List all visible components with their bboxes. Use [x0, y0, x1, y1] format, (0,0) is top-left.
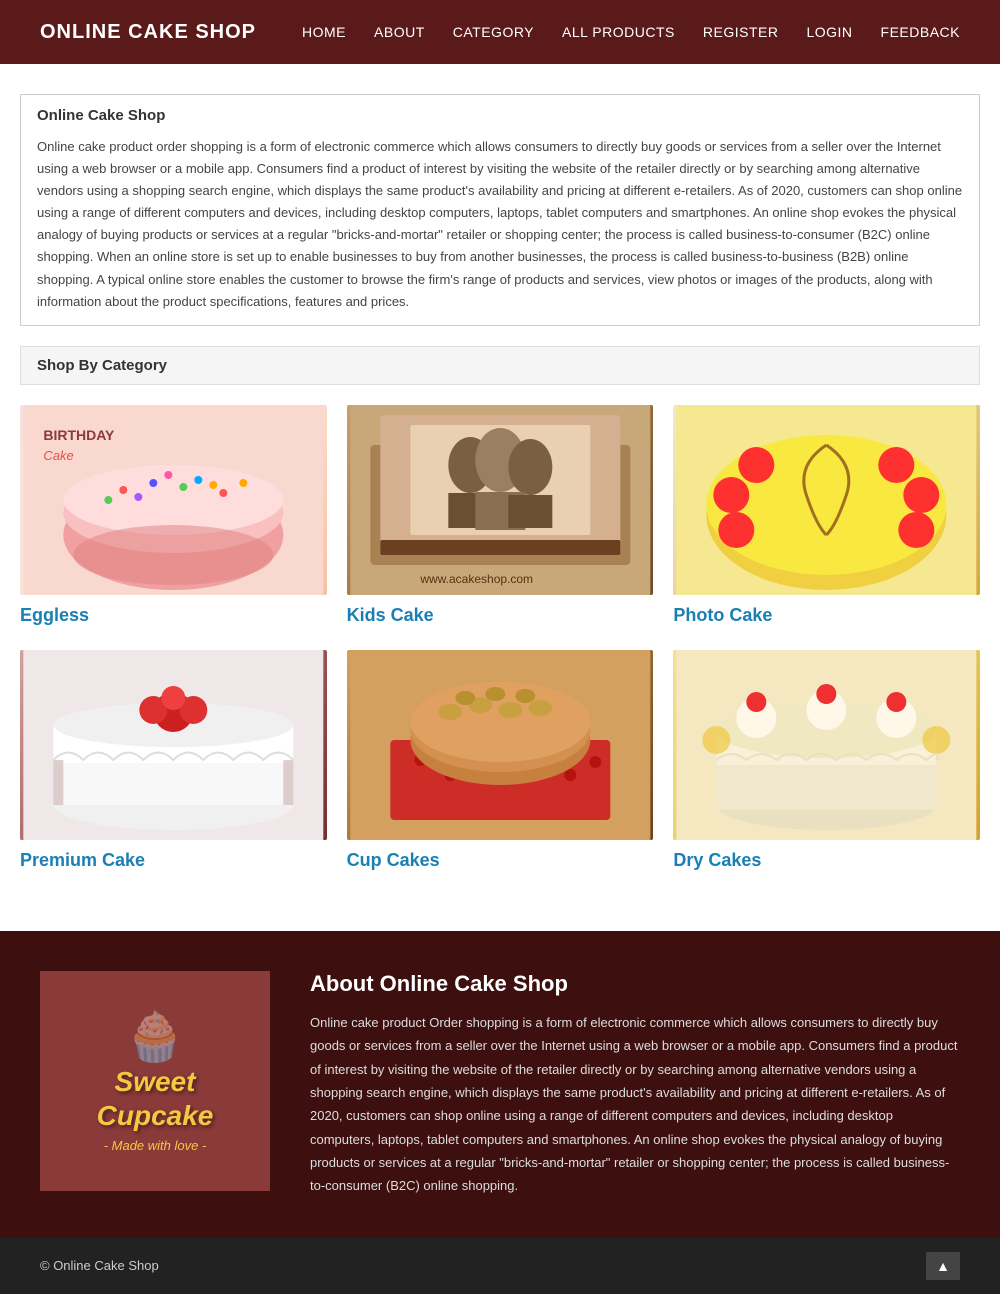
nav-link-all-products[interactable]: ALL PRODUCTS	[562, 24, 675, 40]
about-image-container: 🧁 Sweet Cupcake - Made with love -	[40, 971, 270, 1191]
category-grid: BIRTHDAY Cake Eggless	[20, 405, 980, 871]
category-image-eggless: BIRTHDAY Cake	[20, 405, 327, 595]
category-label-photo: Photo Cake	[673, 605, 980, 626]
category-label-premium: Premium Cake	[20, 850, 327, 871]
category-item-cup[interactable]: Cup Cakes	[347, 650, 654, 871]
main-content: Online Cake Shop Online cake product ord…	[0, 64, 1000, 931]
scroll-up-button[interactable]: ▲	[926, 1252, 960, 1280]
category-image-premium	[20, 650, 327, 840]
nav-link-feedback[interactable]: FEEDBACK	[881, 24, 960, 40]
category-image-kids: www.acakeshop.com	[347, 405, 654, 595]
info-box: Online Cake Shop Online cake product ord…	[20, 94, 980, 326]
navbar-brand[interactable]: ONLINE CAKE SHOP	[40, 21, 256, 44]
category-item-dry[interactable]: Dry Cakes	[673, 650, 980, 871]
category-item-premium[interactable]: Premium Cake	[20, 650, 327, 871]
category-item-kids[interactable]: www.acakeshop.com Kids Cake	[347, 405, 654, 626]
footer: © Online Cake Shop ▲	[0, 1238, 1000, 1294]
sweet-line2: Cupcake	[97, 1100, 214, 1131]
nav-link-home[interactable]: HOME	[302, 24, 346, 40]
info-box-title: Online Cake Shop	[37, 107, 963, 124]
about-image-text: Sweet Cupcake	[97, 1065, 214, 1132]
category-label-kids: Kids Cake	[347, 605, 654, 626]
category-label-cup: Cup Cakes	[347, 850, 654, 871]
svg-text:www.acakeshop.com: www.acakeshop.com	[419, 572, 533, 586]
category-label-dry: Dry Cakes	[673, 850, 980, 871]
category-item-photo[interactable]: Photo Cake	[673, 405, 980, 626]
about-section: 🧁 Sweet Cupcake - Made with love - About…	[0, 931, 1000, 1238]
nav-link-category[interactable]: CATEGORY	[453, 24, 534, 40]
footer-copyright: © Online Cake Shop	[40, 1258, 159, 1273]
made-with-love-text: - Made with love -	[104, 1138, 207, 1153]
nav-link-about[interactable]: ABOUT	[374, 24, 425, 40]
about-description: Online cake product Order shopping is a …	[310, 1011, 960, 1198]
about-image: 🧁 Sweet Cupcake - Made with love -	[40, 971, 270, 1191]
category-image-photo	[673, 405, 980, 595]
shop-section-header: Shop By Category	[20, 346, 980, 385]
nav-link-login[interactable]: LOGIN	[806, 24, 852, 40]
svg-text:BIRTHDAY: BIRTHDAY	[43, 427, 115, 443]
category-item-eggless[interactable]: BIRTHDAY Cake Eggless	[20, 405, 327, 626]
category-image-cup	[347, 650, 654, 840]
nav-link-register[interactable]: REGISTER	[703, 24, 779, 40]
navbar: ONLINE CAKE SHOP HOME ABOUT CATEGORY ALL PR…	[0, 0, 1000, 64]
cupcake-icon: 🧁	[125, 1008, 185, 1065]
about-text-block: About Online Cake Shop Online cake produ…	[310, 971, 960, 1198]
sweet-line1: Sweet	[115, 1066, 196, 1097]
category-image-dry	[673, 650, 980, 840]
about-title: About Online Cake Shop	[310, 971, 960, 997]
navbar-links: HOME ABOUT CATEGORY ALL PRODUCTS REGISTER LOG…	[302, 24, 960, 40]
info-description: Online cake product order shopping is a …	[37, 136, 963, 313]
category-label-eggless: Eggless	[20, 605, 327, 626]
svg-text:Cake: Cake	[43, 448, 73, 463]
